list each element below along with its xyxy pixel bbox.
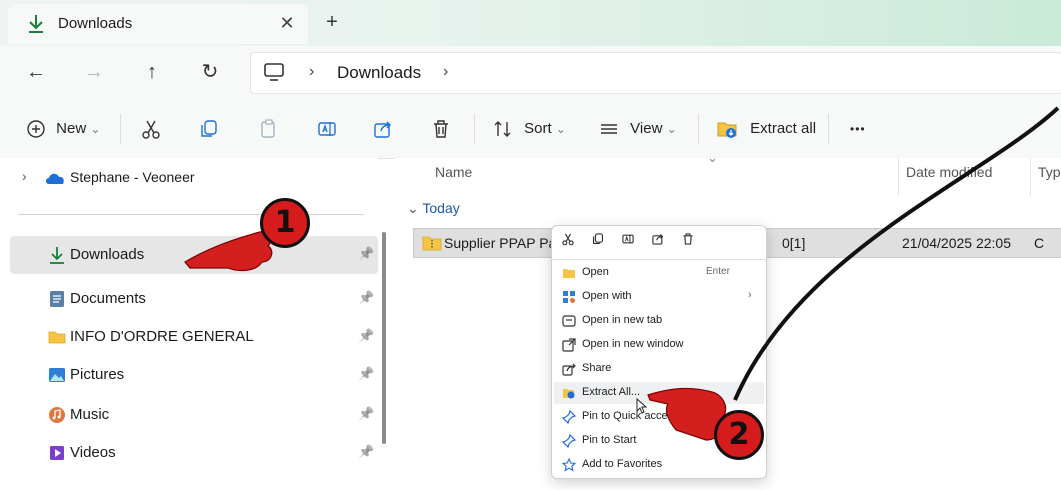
curved-arrow [733, 106, 1060, 401]
hand-pointer-1 [184, 231, 273, 272]
annotation-overlay [184, 106, 1060, 441]
step-badge-1: 1 [260, 198, 310, 248]
file-explorer-window: Downloads ✕ + ← → ↑ ↻ › Downloads › New … [0, 0, 1061, 490]
step-badge-2: 2 [714, 410, 764, 460]
mouse-cursor-icon [636, 398, 648, 414]
